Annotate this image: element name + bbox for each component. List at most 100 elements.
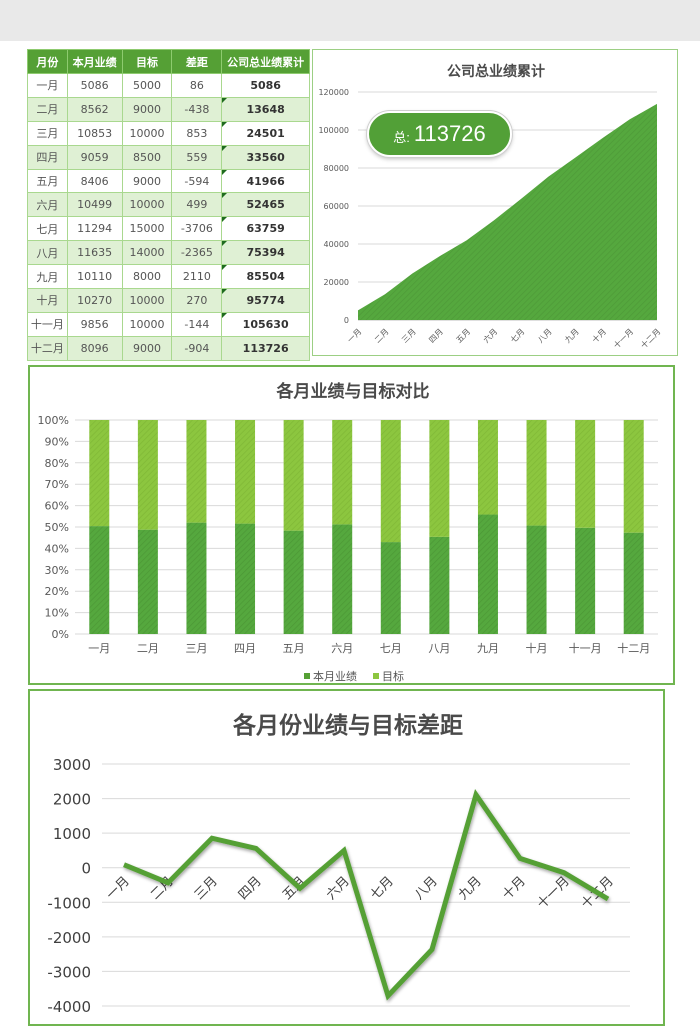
x-tick-label: 十一月 [569,641,602,655]
bar-target [575,420,596,528]
cell-gap[interactable]: 86 [171,73,223,98]
x-tick-label: 一月 [88,642,110,655]
cell-gap[interactable]: -2365 [171,240,223,266]
cell-cumulative[interactable]: 113726 [221,335,310,361]
cell-actual[interactable]: 11635 [66,240,123,266]
cell-actual[interactable]: 8406 [66,168,123,194]
table-row: 四月 9059 8500 559 33560 [27,144,310,170]
cell-actual[interactable]: 10853 [66,120,123,146]
cell-gap[interactable]: -438 [171,96,223,122]
cell-cumulative[interactable]: 63759 [221,216,310,242]
cell-gap[interactable]: 559 [171,144,223,170]
x-tick-label: 十二月 [638,326,662,350]
bar-target [137,420,158,530]
y-tick-label: 2000 [53,791,91,809]
bar-target [89,420,110,527]
table-header-row: 月份 本月业绩 目标 差距 公司总业绩累计 [27,49,310,74]
cumulative-area-chart: 公司总业绩累计 0 20000 40000 60000 80000 100000 12000… [318,63,662,350]
y-tick-label: 120000 [318,88,349,97]
comparison-chart-panel: 各月业绩与目标对比 0% 10% 20% 30% 40% 50% 60% 70% 80% 90% 1… [28,365,675,685]
y-tick-label: 3000 [53,756,91,774]
cell-target[interactable]: 8500 [121,144,173,170]
cell-target[interactable]: 9000 [121,96,173,122]
bar-actual [235,523,256,634]
cell-target[interactable]: 10000 [121,311,173,337]
cell-cumulative[interactable]: 52465 [221,192,310,218]
x-tick-label: 四月 [234,642,256,655]
x-tick-label: 七月 [380,642,402,655]
cell-cumulative[interactable]: 75394 [221,240,310,266]
cell-cumulative[interactable]: 85504 [221,264,310,290]
y-tick-label: 60000 [324,202,349,211]
legend-swatch-actual [304,673,310,679]
cell-month[interactable]: 十月 [27,288,68,313]
cell-actual[interactable]: 9059 [66,144,123,170]
cell-gap[interactable]: -594 [171,168,223,194]
cell-target[interactable]: 10000 [121,192,173,218]
cell-target[interactable]: 10000 [121,288,173,313]
cell-month[interactable]: 六月 [27,192,68,218]
cell-cumulative[interactable]: 13648 [221,96,310,122]
cell-actual[interactable]: 5086 [66,73,123,98]
cell-cumulative[interactable]: 5086 [221,73,310,98]
cell-month[interactable]: 十一月 [27,311,68,337]
cell-cumulative[interactable]: 105630 [221,311,310,337]
cell-month[interactable]: 三月 [27,120,68,146]
bar-actual [186,522,207,634]
cell-actual[interactable]: 8096 [66,335,123,361]
cell-gap[interactable]: -3706 [171,216,223,242]
cell-gap[interactable]: 853 [171,120,223,146]
cell-target[interactable]: 14000 [121,240,173,266]
cell-target[interactable]: 10000 [121,120,173,146]
cell-month[interactable]: 八月 [27,240,68,266]
cell-month[interactable]: 二月 [27,96,68,122]
cell-month[interactable]: 五月 [27,168,68,194]
cell-month[interactable]: 九月 [27,264,68,290]
cell-actual[interactable]: 11294 [66,216,123,242]
total-badge: 总: 113726 [367,111,512,157]
bar-target [380,420,401,543]
y-tick-label: 80% [45,457,69,470]
x-tick-label: 七月 [509,327,527,345]
cell-gap[interactable]: 499 [171,192,223,218]
cell-target[interactable]: 15000 [121,216,173,242]
y-tick-label: 100000 [318,126,349,135]
y-tick-label: 1000 [53,825,91,843]
y-tick-label: 0 [344,316,349,325]
bar-actual [526,525,547,634]
cell-month[interactable]: 十二月 [27,335,68,361]
cell-actual[interactable]: 10499 [66,192,123,218]
cell-actual[interactable]: 8562 [66,96,123,122]
cell-gap[interactable]: -904 [171,335,223,361]
x-tick-label: 一月 [346,327,364,345]
cell-cumulative[interactable]: 33560 [221,144,310,170]
total-value: 113726 [413,121,486,146]
x-tick-label: 三月 [400,327,418,345]
legend-label-target: 目标 [382,669,404,683]
cell-cumulative[interactable]: 41966 [221,168,310,194]
cell-month[interactable]: 四月 [27,144,68,170]
bar-actual [429,536,450,634]
cell-cumulative[interactable]: 24501 [221,120,310,146]
cell-actual[interactable]: 10110 [66,264,123,290]
cell-cumulative[interactable]: 95774 [221,288,310,313]
cell-target[interactable]: 8000 [121,264,173,290]
cell-actual[interactable]: 9856 [66,311,123,337]
top-bar [0,0,700,41]
table-row: 二月 8562 9000 -438 13648 [27,96,310,122]
header-actual: 本月业绩 [66,49,123,74]
cell-month[interactable]: 一月 [27,73,68,98]
cell-gap[interactable]: 2110 [171,264,223,290]
cell-target[interactable]: 5000 [121,73,173,98]
table-row: 八月 11635 14000 -2365 75394 [27,240,310,266]
cell-month[interactable]: 七月 [27,216,68,242]
x-tick-label: 二月 [137,642,159,655]
cell-actual[interactable]: 10270 [66,288,123,313]
cell-gap[interactable]: 270 [171,288,223,313]
x-tick-label: 六月 [331,642,353,655]
cell-gap[interactable]: -144 [171,311,223,337]
cell-target[interactable]: 9000 [121,335,173,361]
cell-target[interactable]: 9000 [121,168,173,194]
x-tick-label: 五月 [454,327,472,345]
x-tick-label: 九月 [477,642,499,655]
